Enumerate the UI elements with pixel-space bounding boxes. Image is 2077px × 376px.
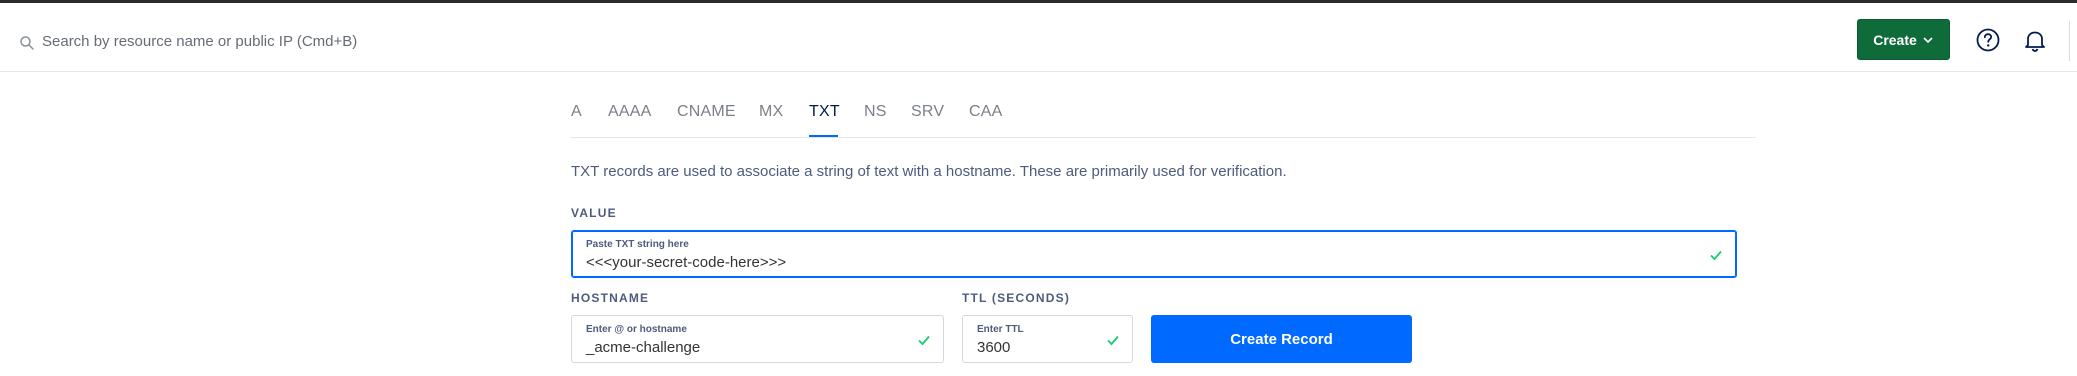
create-button-label: Create [1873,31,1917,48]
search-input[interactable] [42,29,742,53]
tab-srv[interactable]: SRV [911,103,944,121]
txt-value-field[interactable]: Paste TXT string here <<<your-secret-cod… [571,230,1737,278]
ttl-label: Enter TTL [977,324,1024,335]
tab-txt[interactable]: TXT [809,103,840,121]
active-tab-indicator [809,135,838,137]
hostname-value[interactable]: _acme-challenge [586,339,700,356]
check-icon [1107,335,1119,346]
chevron-down-icon [1923,36,1933,43]
tab-ns[interactable]: NS [864,103,887,121]
check-icon [918,335,930,346]
check-icon [1710,250,1722,261]
tab-cname[interactable]: CNAME [677,103,736,121]
hostname-field[interactable]: Enter @ or hostname _acme-challenge [571,315,944,363]
bell-icon[interactable] [2022,27,2048,53]
tab-mx[interactable]: MX [759,103,783,121]
ttl-field[interactable]: Enter TTL 3600 [962,315,1133,363]
hostname-label: Enter @ or hostname [586,324,687,335]
create-record-button[interactable]: Create Record [1151,315,1412,363]
header-divider [2069,21,2070,61]
value-heading: VALUE [571,206,617,220]
record-type-tabs: A AAAA CNAME MX TXT NS SRV CAA [571,97,1756,138]
txt-value-label: Paste TXT string here [586,239,689,250]
tab-a[interactable]: A [571,103,582,121]
hostname-heading: HOSTNAME [571,291,650,305]
record-description: TXT records are used to associate a stri… [571,163,1287,180]
search-icon [20,36,34,50]
txt-value-text[interactable]: <<<your-secret-code-here>>> [586,254,786,271]
create-button[interactable]: Create [1857,19,1950,60]
top-header: Create [0,3,2077,72]
tab-aaaa[interactable]: AAAA [608,103,652,121]
tab-caa[interactable]: CAA [969,103,1003,121]
ttl-heading: TTL (SECONDS) [962,291,1071,305]
ttl-value[interactable]: 3600 [977,339,1010,356]
help-icon[interactable] [1975,27,2001,53]
